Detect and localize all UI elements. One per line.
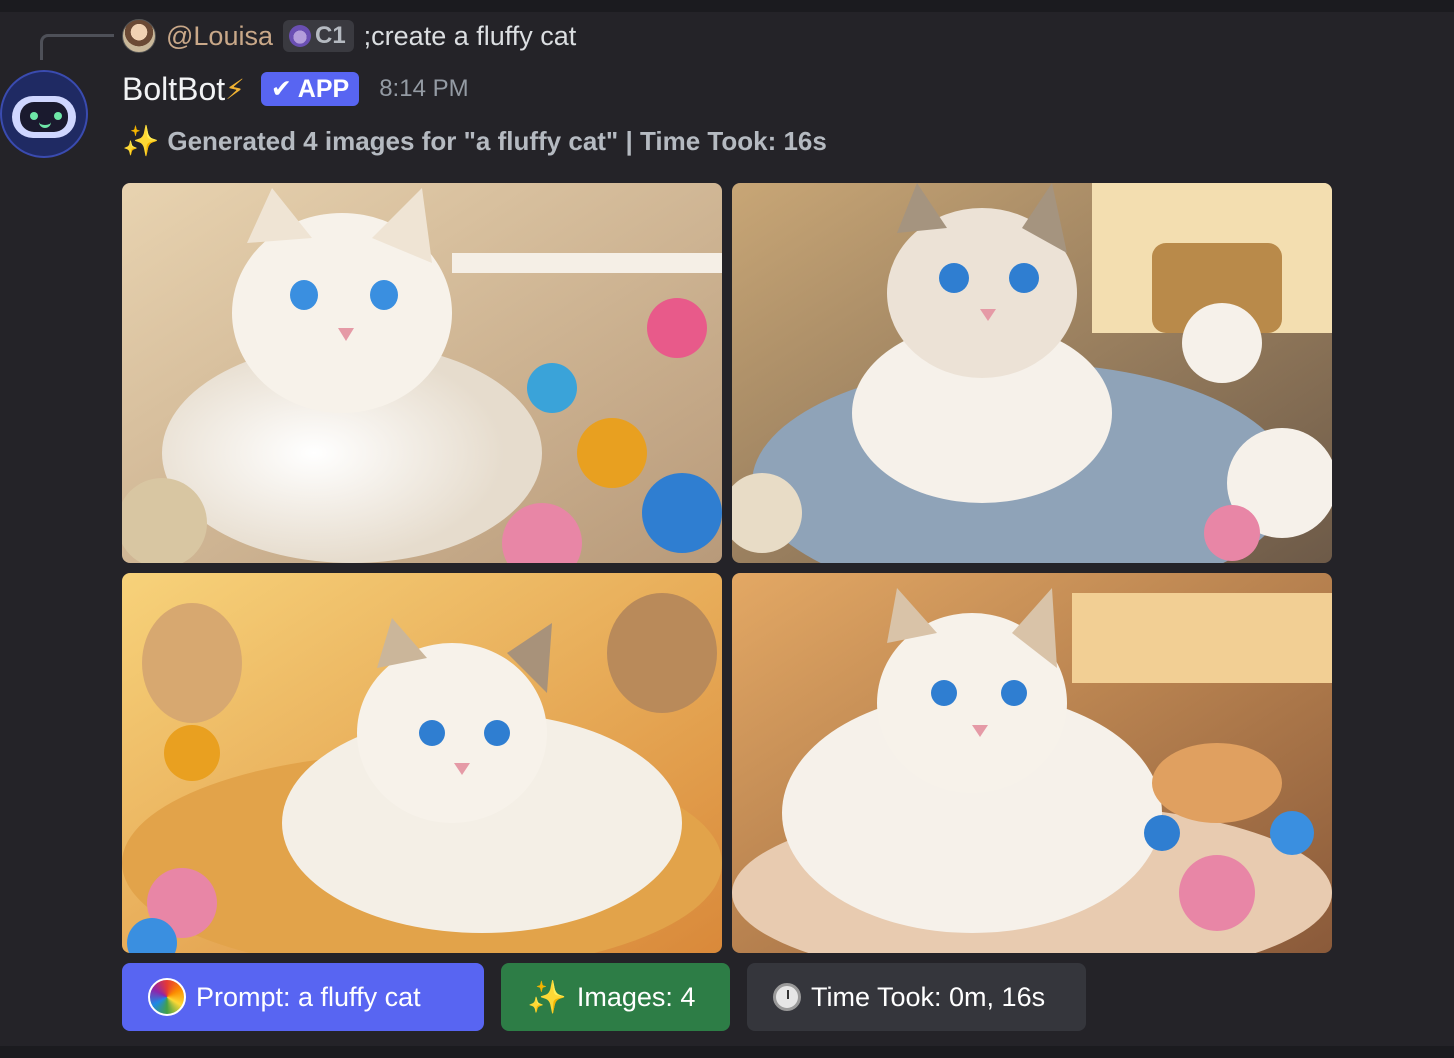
message-header: BoltBot ⚡ ✔ APP 8:14 PM bbox=[122, 66, 469, 112]
prompt-button-label: Prompt: a fluffy cat bbox=[196, 981, 421, 1012]
message-timestamp[interactable]: 8:14 PM bbox=[379, 75, 468, 103]
user-avatar[interactable] bbox=[122, 19, 156, 53]
generated-image-1[interactable] bbox=[122, 183, 722, 563]
prompt-button[interactable]: Prompt: a fluffy cat bbox=[122, 963, 484, 1031]
images-button-label: Images: 4 bbox=[576, 981, 696, 1012]
bot-eye-left bbox=[30, 112, 38, 120]
image-grid bbox=[122, 183, 1332, 953]
reply-reference[interactable]: @Louisa C1 ;create a fluffy cat bbox=[122, 16, 576, 56]
color-wheel-icon bbox=[148, 978, 186, 1016]
generated-image-4[interactable] bbox=[732, 573, 1332, 953]
sparkles-icon: ✨ bbox=[122, 124, 160, 158]
app-badge-label: APP bbox=[297, 74, 350, 103]
time-button-label: Time Took: 0m, 16s bbox=[811, 981, 1046, 1012]
bottom-divider bbox=[0, 1046, 1454, 1058]
bot-name[interactable]: BoltBot bbox=[122, 71, 225, 108]
generated-image-3[interactable] bbox=[122, 573, 722, 953]
reply-connector bbox=[40, 34, 114, 60]
reply-message[interactable]: ;create a fluffy cat bbox=[364, 21, 577, 52]
bot-avatar[interactable] bbox=[0, 70, 88, 158]
summary-text: Generated 4 images for "a fluffy cat" | … bbox=[167, 125, 827, 156]
lightning-icon: ⚡ bbox=[225, 73, 245, 105]
generated-image-2[interactable] bbox=[732, 183, 1332, 563]
stopwatch-icon bbox=[773, 983, 801, 1011]
bot-eye-right bbox=[54, 112, 62, 120]
clan-tag-label: C1 bbox=[314, 22, 346, 49]
checkmark-icon: ✔ bbox=[270, 75, 292, 103]
images-count-button[interactable]: ✨ Images: 4 bbox=[501, 963, 730, 1031]
sparkles-icon: ✨ bbox=[527, 979, 567, 1015]
reply-username[interactable]: @Louisa bbox=[166, 21, 273, 52]
time-took-button[interactable]: Time Took: 0m, 16s bbox=[747, 963, 1086, 1031]
clan-icon bbox=[288, 25, 311, 47]
top-divider bbox=[0, 0, 1454, 12]
generation-summary: ✨ Generated 4 images for "a fluffy cat" … bbox=[122, 120, 827, 162]
clan-tag[interactable]: C1 bbox=[282, 20, 354, 52]
app-badge: ✔ APP bbox=[260, 72, 360, 106]
